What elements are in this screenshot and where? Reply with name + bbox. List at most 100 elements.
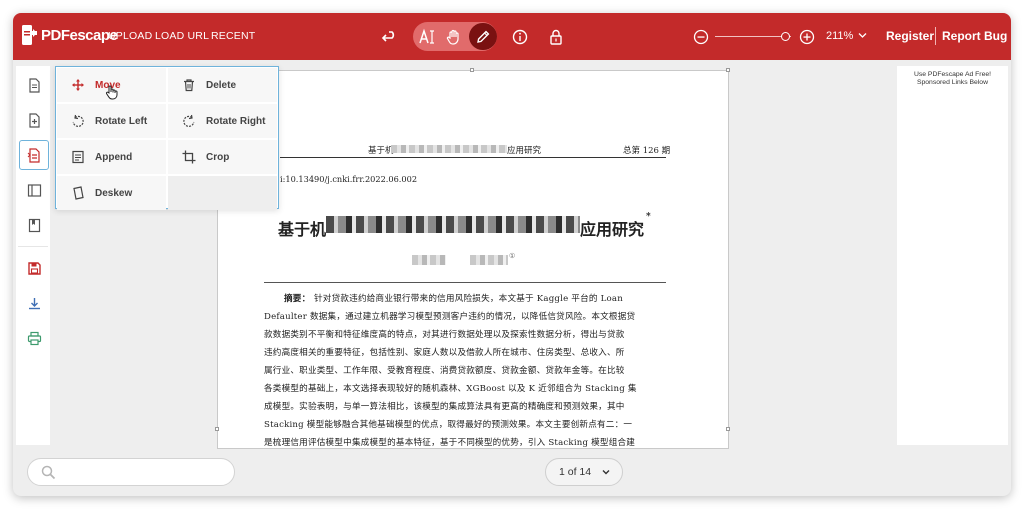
page-resize-handle-left[interactable] bbox=[215, 427, 219, 431]
register-link[interactable]: Register bbox=[886, 29, 934, 43]
left-sidebar bbox=[16, 66, 50, 445]
crop-icon bbox=[182, 150, 196, 164]
zoom-in-icon bbox=[799, 29, 815, 45]
pdf-page[interactable]: 基于机 应用研究 总第 126 期 i:10.13490/j.cnki.frr.… bbox=[217, 70, 729, 449]
abstract-rule bbox=[264, 282, 666, 283]
sidebar-panel-icon bbox=[27, 183, 41, 197]
document-icon bbox=[28, 77, 40, 93]
redacted-author-2 bbox=[470, 255, 508, 265]
ad-free-text[interactable]: Use PDFescape Ad Free! bbox=[897, 70, 1008, 79]
sidebar-insert-page-button[interactable] bbox=[19, 105, 49, 135]
nav-recent-link[interactable]: RECENT bbox=[211, 30, 255, 42]
chevron-down-icon bbox=[602, 470, 610, 475]
rotate-right-icon bbox=[183, 114, 195, 127]
bookmark-page-icon bbox=[28, 218, 40, 232]
sidebar-bookmarks-button[interactable] bbox=[19, 210, 49, 240]
abstract-label: 摘要： bbox=[284, 294, 311, 304]
menu-item-label: Rotate Right bbox=[206, 115, 266, 127]
paper-title-end: 应用研究 bbox=[580, 220, 645, 239]
sidebar-save-button[interactable] bbox=[19, 253, 49, 283]
undo-icon bbox=[381, 31, 395, 42]
menu-item-delete[interactable]: Delete bbox=[168, 68, 277, 102]
sidebar-print-button[interactable] bbox=[19, 323, 49, 353]
menu-empty-cell bbox=[168, 176, 277, 210]
page-selector[interactable]: 1 of 14 bbox=[545, 458, 623, 486]
add-page-icon bbox=[28, 112, 40, 128]
app-window: PDFescape UPLOAD LOAD URL RECENT 211% Re… bbox=[13, 13, 1011, 496]
menu-item-deskew[interactable]: Deskew bbox=[57, 176, 166, 210]
printer-icon bbox=[27, 331, 41, 345]
text-tool-button[interactable] bbox=[416, 26, 438, 48]
redacted-header bbox=[391, 145, 507, 153]
page-resize-handle-top[interactable] bbox=[470, 68, 474, 72]
pencil-icon bbox=[477, 30, 490, 43]
doi-text: i:10.13490/j.cnki.frr.2022.06.002 bbox=[280, 174, 418, 184]
zoom-slider-handle[interactable] bbox=[781, 32, 790, 41]
abstract-line-9: 是梳理信用评估模型中集成模型的基本特征，基于不同模型的优势，引入 Stackin… bbox=[264, 438, 636, 448]
header-rule bbox=[280, 157, 666, 158]
menu-item-rotate-left[interactable]: Rotate Left bbox=[57, 104, 166, 138]
zoom-out-button[interactable] bbox=[690, 26, 712, 48]
ad-panel: Use PDFescape Ad Free! Sponsored Links B… bbox=[897, 66, 1008, 445]
page-indicator: 1 of 14 bbox=[559, 466, 592, 478]
zoom-level-value: 211% bbox=[826, 30, 854, 42]
abstract-line-8: Stacking 模型能够融合其他基础模型的优点，取得最好的预测效果。本文主要创… bbox=[264, 420, 633, 430]
abstract-line-6: 各类模型的基础上，本文选择表现较好的随机森林、XGBoost 以及 K 近邻组合… bbox=[264, 384, 637, 394]
report-bug-link[interactable]: Report Bug bbox=[942, 29, 1007, 43]
redacted-author-1 bbox=[412, 255, 446, 265]
zoom-slider-track[interactable] bbox=[715, 36, 791, 37]
deskew-icon bbox=[73, 186, 84, 200]
pencil-tool-button[interactable] bbox=[469, 23, 497, 50]
sidebar-page-button[interactable] bbox=[19, 70, 49, 100]
page-resize-handle-right[interactable] bbox=[726, 427, 730, 431]
zoom-out-icon bbox=[693, 29, 709, 45]
running-header-left: 基于机 bbox=[368, 146, 394, 156]
lock-button[interactable] bbox=[545, 26, 567, 48]
redacted-title bbox=[326, 216, 580, 233]
abstract-line-7: 成模型。实验表明，与单一算法相比，该模型的集成算法具有更高的精确度和预测效果，其… bbox=[264, 402, 625, 412]
menu-item-label: Delete bbox=[206, 79, 237, 91]
sponsored-links-text: Sponsored Links Below bbox=[916, 79, 989, 86]
nav-load-url-link[interactable]: LOAD URL bbox=[155, 30, 209, 42]
menu-item-rotate-right[interactable]: Rotate Right bbox=[168, 104, 277, 138]
running-header-right: 应用研究 bbox=[507, 146, 542, 156]
search-input[interactable] bbox=[27, 458, 235, 486]
top-toolbar: PDFescape UPLOAD LOAD URL RECENT 211% Re… bbox=[13, 13, 1011, 60]
pdfescape-logo[interactable]: PDFescape bbox=[22, 25, 118, 45]
issue-number: 总第 126 期 bbox=[623, 146, 671, 156]
logo-mark-icon bbox=[22, 25, 37, 45]
trash-icon bbox=[184, 79, 194, 92]
sidebar-download-button[interactable] bbox=[19, 288, 49, 318]
menu-item-label: Deskew bbox=[95, 187, 133, 199]
download-icon bbox=[28, 297, 40, 309]
rotate-left-icon bbox=[72, 114, 84, 127]
text-cursor-icon bbox=[419, 28, 434, 44]
sidebar-divider bbox=[18, 246, 48, 247]
info-button[interactable] bbox=[509, 26, 531, 48]
menu-item-crop[interactable]: Crop bbox=[168, 140, 277, 174]
save-icon bbox=[27, 261, 41, 275]
title-footnote-mark: * bbox=[646, 212, 651, 222]
logo-text: PDFescape bbox=[41, 26, 118, 44]
lock-icon bbox=[550, 29, 562, 45]
zoom-level-dropdown[interactable]: 211% bbox=[826, 30, 867, 42]
undo-button[interactable] bbox=[379, 26, 401, 48]
sidebar-thumbnails-button[interactable] bbox=[19, 175, 49, 205]
abstract-line-2: Defaulter 数据集，通过建立机器学习模型预测客户违约的情况，以降低信贷风… bbox=[264, 312, 636, 322]
sidebar-page-tools-button[interactable] bbox=[19, 140, 49, 170]
abstract-line-1: 针对贷款违约给商业银行带来的信用风险损失，本文基于 Kaggle 平台的 Loa… bbox=[314, 294, 623, 304]
zoom-in-button[interactable] bbox=[796, 26, 818, 48]
search-icon bbox=[41, 465, 56, 480]
hand-pointer-cursor-icon bbox=[105, 85, 118, 100]
page-resize-handle-top-right[interactable] bbox=[726, 68, 730, 72]
hand-tool-button[interactable] bbox=[443, 26, 465, 48]
info-icon bbox=[512, 29, 528, 45]
move-icon bbox=[72, 79, 84, 91]
append-icon bbox=[72, 150, 84, 164]
menu-item-append[interactable]: Append bbox=[57, 140, 166, 174]
menu-item-label: Rotate Left bbox=[95, 115, 148, 127]
nav-upload-link[interactable]: UPLOAD bbox=[108, 30, 152, 42]
abstract-line-3: 款数据类别不平衡和特征维度高的特点，对其进行数据处理以及探索性数据分析，得出与贷… bbox=[264, 330, 625, 340]
page-tools-menu: Move Delete Rotate Left Rotate Right App… bbox=[55, 66, 279, 210]
menu-item-label: Crop bbox=[206, 151, 230, 163]
